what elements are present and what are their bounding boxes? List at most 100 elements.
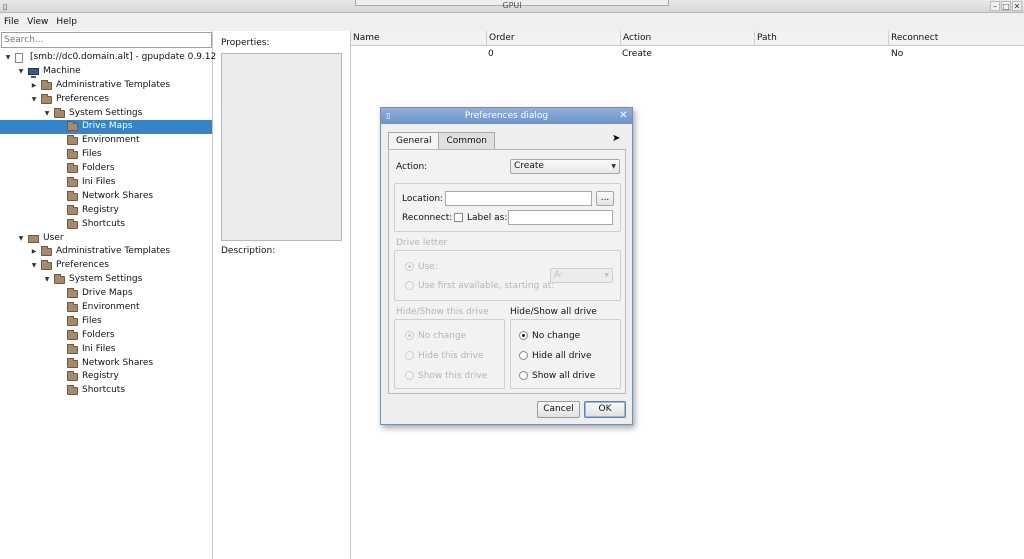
expand-arrow-down-icon[interactable]: ▼ — [30, 259, 38, 273]
tree-item[interactable]: Files — [0, 315, 212, 329]
tree-item[interactable]: Environment — [0, 134, 212, 148]
tree-item[interactable]: Network Shares — [0, 357, 212, 371]
policy-tree: ▼ [smb://dc0.domain.alt] - gpupdate 0.9.1… — [0, 51, 216, 398]
menu-help[interactable]: Help — [56, 17, 77, 27]
close-icon[interactable]: ✕ — [1012, 1, 1022, 11]
action-select[interactable]: Create ▼ — [510, 159, 620, 174]
label-as-input[interactable] — [508, 210, 613, 225]
expand-arrow-down-icon[interactable]: ▼ — [30, 93, 38, 107]
ok-button[interactable]: OK — [584, 401, 626, 418]
folder-icon — [67, 385, 78, 396]
tree-item-label: Folders — [82, 163, 115, 174]
tree-item[interactable]: ▼ System Settings — [0, 107, 212, 121]
tree-item[interactable]: Drive Maps — [0, 120, 212, 135]
cell-action: Create — [622, 49, 652, 59]
column-path[interactable]: Path — [754, 31, 889, 46]
tree-item[interactable]: Shortcuts — [0, 384, 212, 398]
drive-letter-select[interactable]: A: ▼ — [550, 268, 613, 283]
tree-item-label: Registry — [82, 371, 119, 382]
show-this-drive-radio[interactable] — [405, 371, 414, 380]
window-title: GPUI — [502, 1, 522, 10]
tree-item-label: Environment — [82, 135, 140, 146]
maximize-icon[interactable]: □ — [1001, 1, 1011, 11]
expand-arrow-down-icon[interactable]: ▼ — [43, 273, 51, 287]
cancel-button[interactable]: Cancel — [537, 401, 580, 418]
tree-item[interactable]: Folders — [0, 329, 212, 343]
tree-item-label: Administrative Templates — [56, 79, 171, 90]
hide-all-drive-radio[interactable] — [519, 351, 528, 360]
panel-divider[interactable] — [350, 31, 351, 559]
tree-item[interactable]: Environment — [0, 301, 212, 315]
tree-item[interactable]: ▶ Administrative Templates — [0, 245, 212, 259]
chevron-down-icon: ▼ — [604, 272, 609, 279]
minimize-icon[interactable]: – — [990, 1, 1000, 11]
column-action[interactable]: Action — [620, 31, 754, 46]
hide-all-drive-label: Hide all drive — [532, 351, 592, 361]
folder-icon — [41, 79, 52, 90]
tree-item[interactable]: Registry — [0, 204, 212, 218]
location-input[interactable] — [445, 191, 592, 206]
window-controls: – □ ✕ — [990, 1, 1022, 11]
column-order[interactable]: Order — [486, 31, 621, 46]
tree-item-label: Machine — [43, 65, 81, 76]
dialog-titlebar[interactable]: ▯ Preferences dialog ✕ — [381, 108, 632, 124]
tree-item[interactable]: ▼ Machine — [0, 65, 212, 79]
tree-item[interactable]: Registry — [0, 370, 212, 384]
column-reconnect[interactable]: Reconnect — [888, 31, 1024, 46]
use-radio[interactable] — [405, 262, 414, 271]
chevron-down-icon: ▼ — [611, 163, 616, 170]
reconnect-checkbox[interactable] — [454, 213, 463, 222]
hide-this-drive-radio[interactable] — [405, 351, 414, 360]
expand-arrow-down-icon[interactable]: ▼ — [4, 51, 12, 65]
tree-item[interactable]: ▶ Administrative Templates — [0, 79, 212, 93]
show-all-drive-radio[interactable] — [519, 371, 528, 380]
folder-icon — [41, 93, 52, 104]
properties-label: Properties: — [221, 38, 270, 48]
tree-item-label: Network Shares — [82, 190, 154, 201]
cell-order: 0 — [488, 49, 494, 59]
folder-icon — [67, 204, 78, 215]
tree-item[interactable]: ▼ [smb://dc0.domain.alt] - gpupdate 0.9.1… — [0, 51, 216, 65]
dialog-close-icon[interactable]: ✕ — [618, 110, 629, 121]
tree-item[interactable]: Drive Maps — [0, 287, 212, 301]
expand-arrow-down-icon[interactable]: ▼ — [43, 107, 51, 121]
use-first-radio[interactable] — [405, 281, 414, 290]
table-row[interactable]: 0 Create No — [351, 47, 1024, 61]
tree-item[interactable]: Folders — [0, 162, 212, 176]
no-change-all-label: No change — [532, 331, 581, 341]
tree-item[interactable]: Files — [0, 148, 212, 162]
expand-arrow-down-icon[interactable]: ▼ — [17, 65, 25, 79]
computer-icon — [28, 67, 39, 78]
browse-button[interactable]: ... — [596, 191, 614, 206]
tree-item[interactable]: Ini Files — [0, 176, 212, 190]
no-change-all-radio[interactable] — [519, 331, 528, 340]
tree-item[interactable]: Shortcuts — [0, 218, 212, 232]
tree-item-label: System Settings — [69, 107, 143, 118]
tree-item[interactable]: Network Shares — [0, 190, 212, 204]
tree-item[interactable]: ▼ Preferences — [0, 259, 212, 273]
tree-item[interactable]: Ini Files — [0, 343, 212, 357]
expand-arrow-down-icon[interactable]: ▼ — [17, 232, 25, 246]
tab-general[interactable]: General — [388, 132, 440, 150]
column-name[interactable]: Name — [351, 31, 486, 46]
expand-arrow-right-icon[interactable]: ▶ — [30, 245, 38, 259]
tree-item[interactable]: ▼ User — [0, 232, 212, 246]
folder-icon — [67, 163, 78, 174]
menu-view[interactable]: View — [27, 17, 48, 27]
tree-item-label: Network Shares — [82, 357, 154, 368]
no-change-drive-label: No change — [418, 331, 467, 341]
no-change-drive-radio[interactable] — [405, 331, 414, 340]
search-input[interactable] — [1, 32, 212, 48]
tree-item[interactable]: ▼ System Settings — [0, 273, 212, 287]
folder-icon — [67, 218, 78, 229]
folder-icon — [67, 177, 78, 188]
tree-item[interactable]: ▼ Preferences — [0, 93, 212, 107]
mouse-cursor-icon: ➤ — [612, 133, 621, 144]
tree-item-label: System Settings — [69, 274, 143, 285]
tab-common[interactable]: Common — [438, 132, 496, 149]
tree-item-label: Environment — [82, 302, 140, 313]
description-label: Description: — [221, 246, 276, 256]
expand-arrow-right-icon[interactable]: ▶ — [30, 79, 38, 93]
menu-file[interactable]: File — [4, 17, 19, 27]
folder-icon — [67, 315, 78, 326]
